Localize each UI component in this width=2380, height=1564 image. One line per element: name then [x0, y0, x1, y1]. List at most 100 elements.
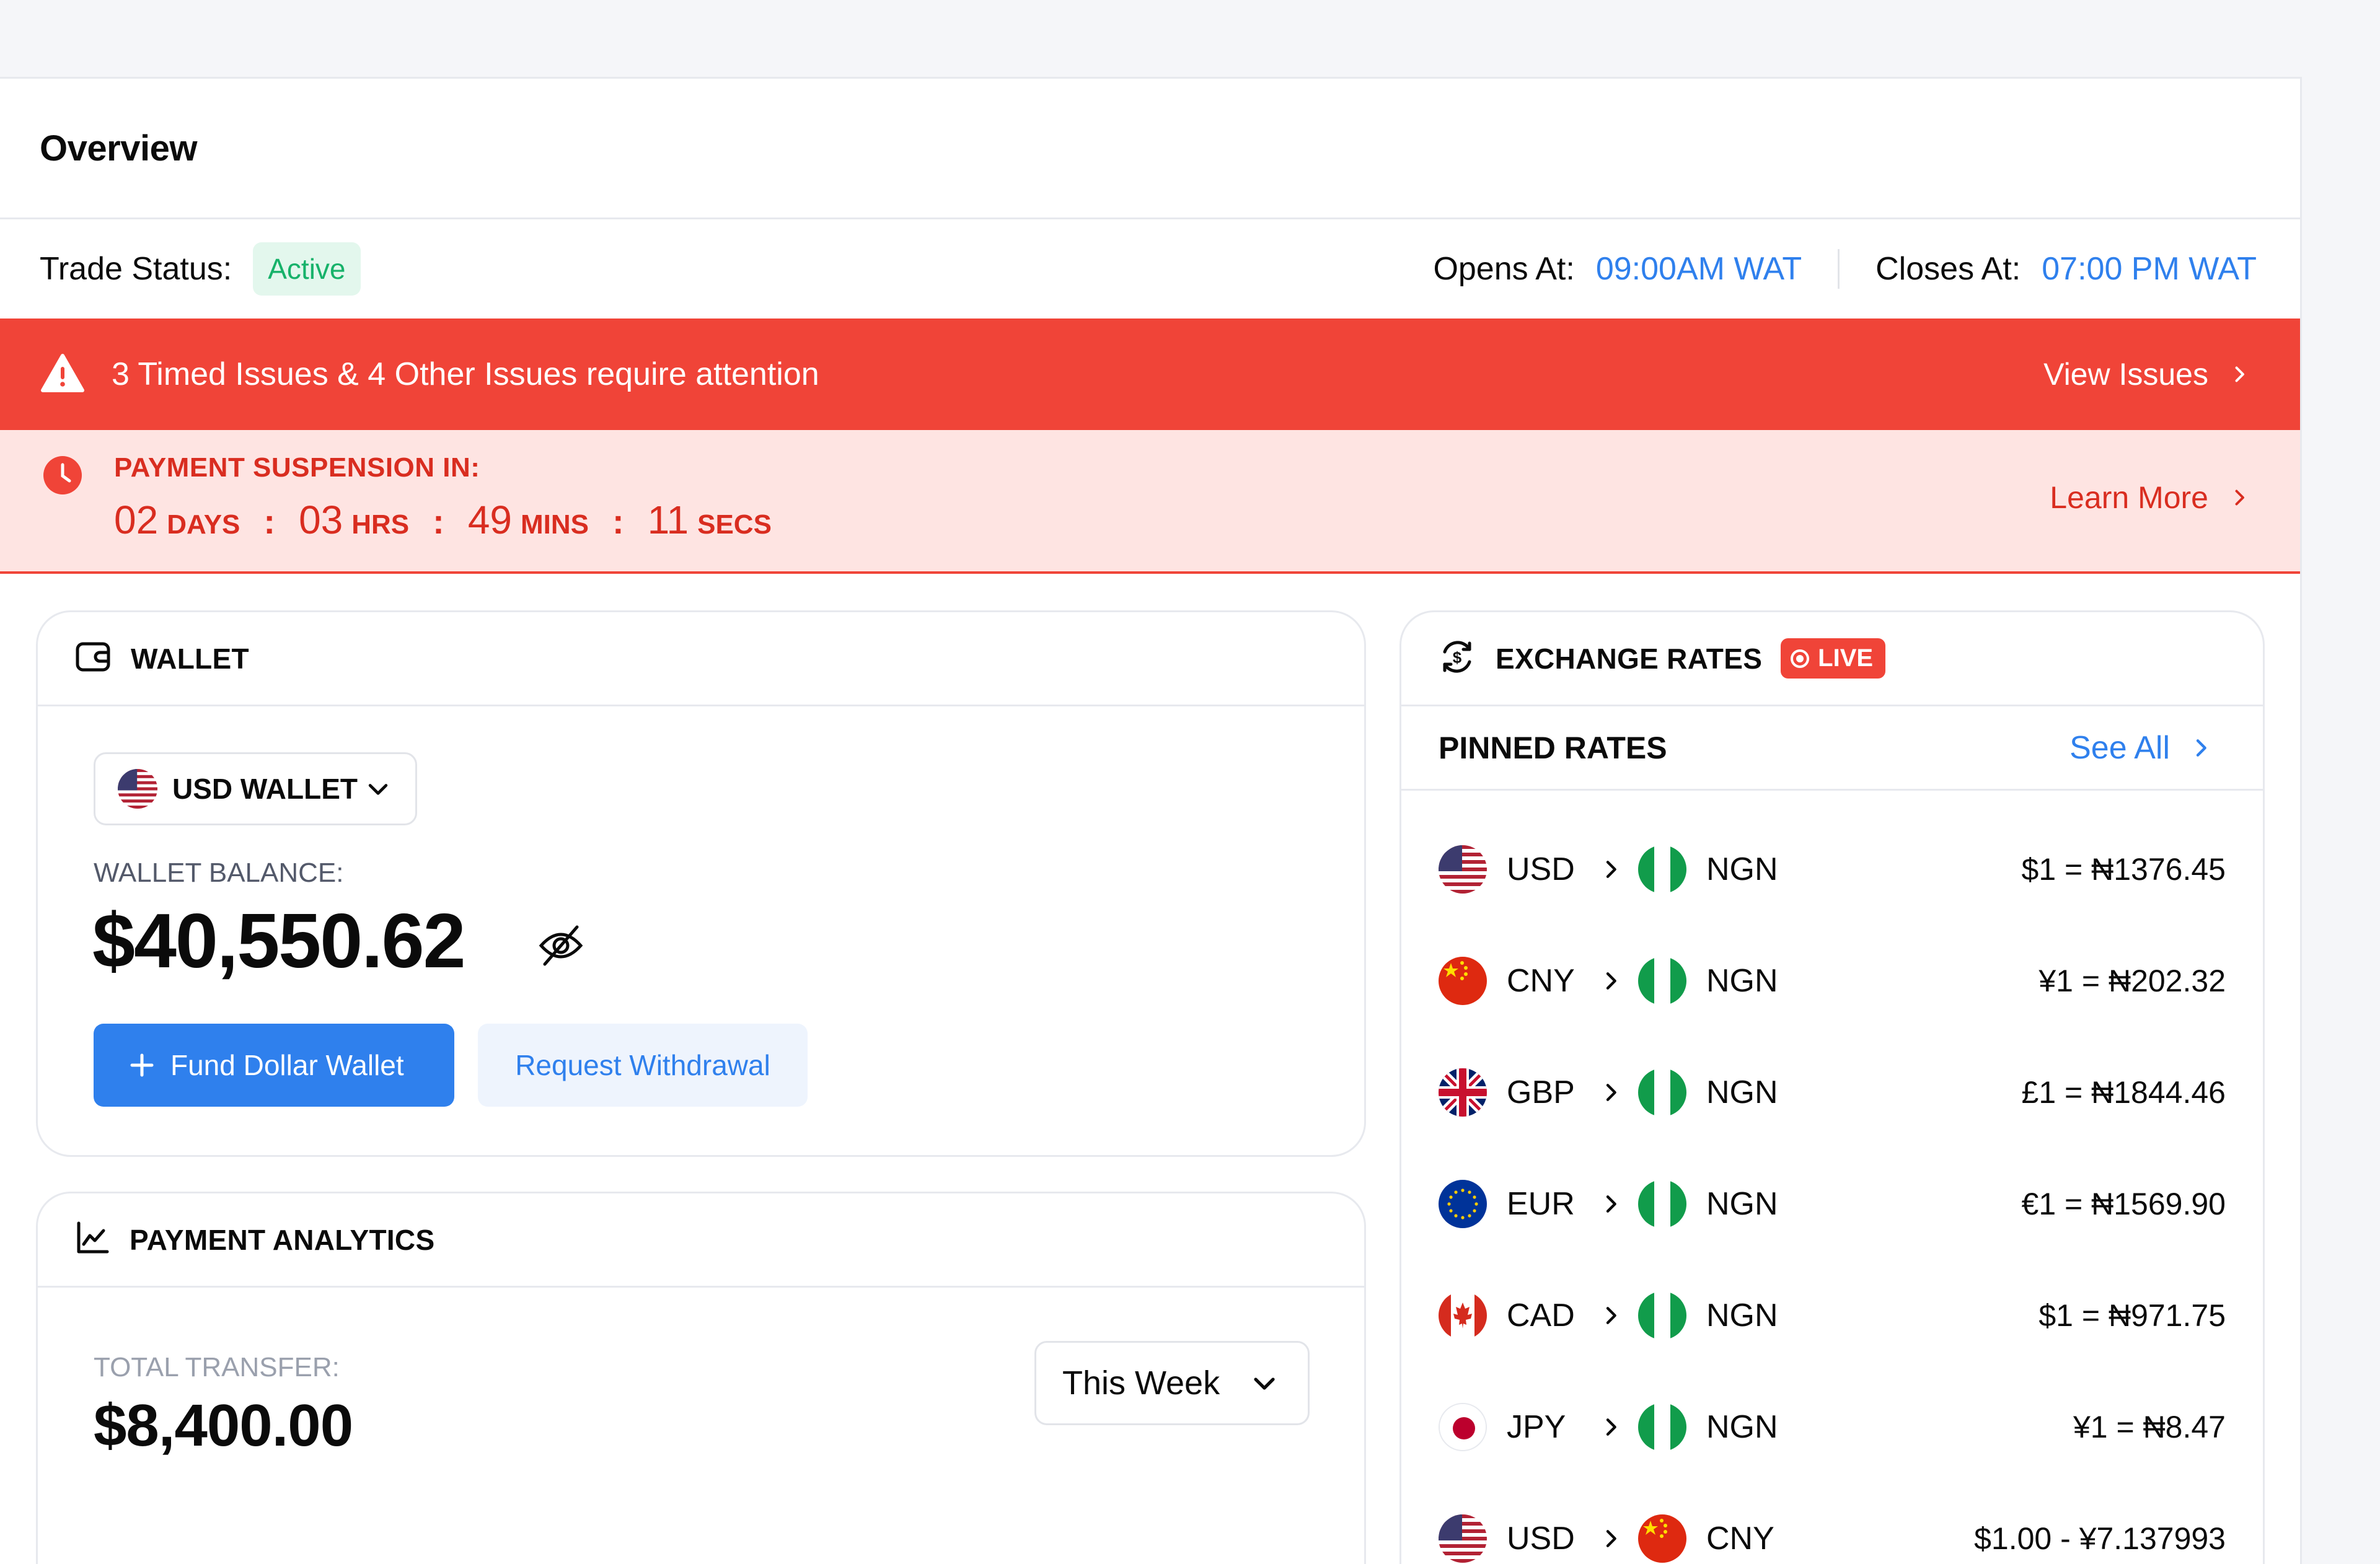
fund-wallet-label: Fund Dollar Wallet	[170, 1049, 404, 1081]
chevron-right-icon	[2188, 736, 2213, 760]
ng-flag-icon	[1638, 957, 1686, 1005]
rate-to-currency: NGN	[1706, 1409, 1778, 1445]
ca-flag-icon	[1439, 1291, 1487, 1340]
line-chart-icon	[75, 1221, 110, 1259]
trade-status-badge: Active	[253, 242, 361, 296]
closes-at-value: 07:00 PM WAT	[2042, 251, 2257, 287]
pinned-rates-header: PINNED RATES See All	[1401, 706, 2263, 791]
payment-analytics-card: PAYMENT ANALYTICS TOTAL TRANSFER: $8,400…	[36, 1192, 1366, 1564]
countdown-separator: :	[612, 502, 624, 541]
countdown-secs-unit: SECS	[697, 509, 772, 540]
rate-to-currency: NGN	[1706, 963, 1778, 999]
suspension-countdown: 02 DAYS : 03 HRS : 49 MINS : 11 SECS	[114, 497, 772, 543]
rate-value: $1.00 - ¥7.137993	[1974, 1521, 2226, 1556]
gb-flag-icon	[1439, 1068, 1487, 1117]
rate-from-currency: USD	[1507, 1521, 1575, 1557]
live-dot-icon	[1791, 649, 1810, 668]
countdown-hours-unit: HRS	[351, 509, 410, 540]
countdown-mins: 49	[467, 498, 512, 542]
page-title: Overview	[40, 128, 197, 169]
chevron-right-icon	[1598, 969, 1623, 993]
rate-row[interactable]: CNY NGN ¥1 = ₦202.32	[1439, 953, 2226, 1009]
wallet-card: WALLET USD WALLET WALLET BALANCE: $40,55…	[36, 610, 1366, 1157]
rate-row[interactable]: USD NGN $1 = ₦1376.45	[1439, 841, 2226, 897]
rate-to-currency: NGN	[1706, 1074, 1778, 1110]
learn-more-label: Learn More	[2050, 480, 2208, 515]
rate-from-currency: CAD	[1507, 1298, 1575, 1333]
rate-value: $1 = ₦1376.45	[2021, 852, 2226, 887]
rate-value: ¥1 = ₦202.32	[2038, 964, 2226, 998]
clock-icon	[41, 454, 84, 500]
wallet-balance-label: WALLET BALANCE:	[94, 858, 344, 888]
countdown-mins-unit: MINS	[521, 509, 589, 540]
wallet-selector[interactable]: USD WALLET	[94, 752, 417, 825]
countdown-secs: 11	[647, 498, 689, 542]
cn-flag-icon	[1439, 957, 1487, 1005]
wallet-card-header: WALLET	[38, 612, 1364, 706]
analytics-card-header: PAYMENT ANALYTICS	[38, 1193, 1364, 1288]
wallet-icon	[75, 641, 111, 675]
rate-row[interactable]: GBP NGN £1 = ₦1844.46	[1439, 1065, 2226, 1120]
view-issues-link[interactable]: View Issues	[2043, 356, 2250, 392]
rate-to-currency: NGN	[1706, 851, 1778, 887]
rate-row[interactable]: EUR NGN €1 = ₦1569.90	[1439, 1176, 2226, 1232]
issues-alert-banner: 3 Timed Issues & 4 Other Issues require …	[0, 319, 2300, 430]
rate-from-currency: EUR	[1507, 1186, 1575, 1222]
chevron-right-icon	[1598, 857, 1623, 882]
wallet-selector-label: USD WALLET	[172, 773, 358, 805]
fund-wallet-button[interactable]: Fund Dollar Wallet	[94, 1024, 454, 1107]
wallet-balance-value: $40,550.62	[92, 898, 466, 984]
rate-to-currency: CNY	[1706, 1521, 1774, 1557]
period-selector[interactable]: This Week	[1034, 1341, 1310, 1425]
rate-row[interactable]: JPY NGN ¥1 = ₦8.47	[1439, 1399, 2226, 1455]
chevron-right-icon	[1598, 1192, 1623, 1216]
countdown-separator: :	[263, 502, 276, 541]
countdown-days-unit: DAYS	[167, 509, 240, 540]
warning-icon	[41, 353, 84, 396]
currency-exchange-icon: $	[1439, 638, 1476, 679]
opens-at-label: Opens At:	[1433, 251, 1575, 287]
opens-at-value: 09:00AM WAT	[1595, 251, 1802, 287]
period-selector-label: This Week	[1062, 1364, 1220, 1402]
chevron-right-icon	[1598, 1080, 1623, 1105]
hide-balance-icon[interactable]	[536, 923, 586, 971]
svg-text:$: $	[1453, 648, 1462, 667]
ng-flag-icon	[1638, 845, 1686, 894]
total-transfer-label: TOTAL TRANSFER:	[94, 1352, 340, 1382]
request-withdrawal-button[interactable]: Request Withdrawal	[478, 1024, 808, 1107]
closes-at-label: Closes At:	[1875, 251, 2021, 287]
countdown-days: 02	[114, 498, 159, 542]
divider	[1838, 249, 1840, 289]
trading-hours: Opens At: 09:00AM WAT Closes At: 07:00 P…	[1433, 249, 2257, 289]
rate-row[interactable]: CAD NGN $1 = ₦971.75	[1439, 1288, 2226, 1343]
page-header: Overview	[0, 79, 2300, 219]
chevron-right-icon	[2228, 363, 2250, 385]
rate-from-currency: JPY	[1507, 1409, 1566, 1445]
ng-flag-icon	[1638, 1403, 1686, 1451]
learn-more-link[interactable]: Learn More	[2050, 480, 2250, 516]
rate-from-currency: USD	[1507, 851, 1575, 887]
rate-value: £1 = ₦1844.46	[2021, 1075, 2226, 1110]
chevron-down-icon	[1250, 1368, 1279, 1398]
rate-row[interactable]: USD CNY $1.00 - ¥7.137993	[1439, 1511, 2226, 1564]
rate-from-currency: GBP	[1507, 1074, 1575, 1110]
overview-panel: Overview Trade Status: Active Opens At: …	[0, 77, 2302, 1564]
pinned-rates-title: PINNED RATES	[1439, 730, 1667, 765]
eu-flag-icon	[1439, 1180, 1487, 1228]
cn-flag-icon	[1638, 1514, 1686, 1563]
us-flag-icon	[1439, 1514, 1487, 1563]
see-all-link[interactable]: See All	[2069, 729, 2213, 767]
exchange-card-header: $ EXCHANGE RATES LIVE	[1401, 612, 2263, 706]
countdown-separator: :	[433, 502, 444, 541]
total-transfer-value: $8,400.00	[94, 1392, 353, 1459]
countdown-hours: 03	[299, 498, 343, 542]
rate-to-currency: NGN	[1706, 1186, 1778, 1222]
chevron-right-icon	[1598, 1303, 1623, 1328]
rate-value: €1 = ₦1569.90	[2021, 1187, 2226, 1221]
view-issues-label: View Issues	[2043, 357, 2208, 392]
rate-from-currency: CNY	[1507, 963, 1575, 999]
us-flag-icon	[118, 769, 157, 809]
trade-status-row: Trade Status: Active Opens At: 09:00AM W…	[0, 219, 2300, 319]
see-all-label: See All	[2069, 729, 2170, 766]
ng-flag-icon	[1638, 1068, 1686, 1117]
